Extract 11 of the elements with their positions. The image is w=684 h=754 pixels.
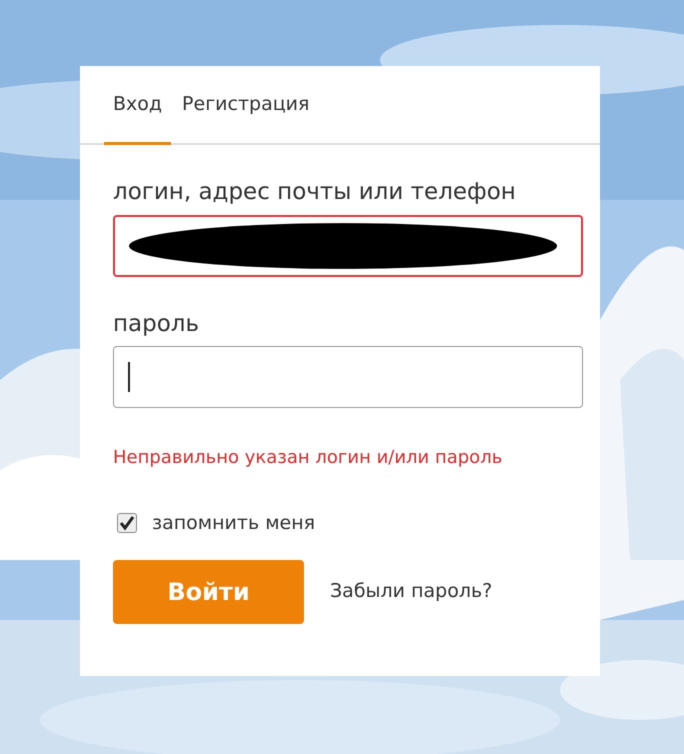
forgot-password-link[interactable]: Забыли пароль? [330,577,492,606]
tab[interactable]: Вход [104,66,172,145]
field-label: логин, адрес почты или телефон [113,179,517,207]
password-field[interactable] [113,346,583,408]
check-icon [119,515,135,532]
checkbox-label: запомнить меня [152,511,316,536]
login-field[interactable] [113,214,583,277]
tab[interactable]: Регистрация [173,66,318,145]
checkbox[interactable] [117,513,137,534]
field-label: пароль [113,310,200,338]
error-message: Неправильно указан логин и/или пароль [113,446,504,470]
